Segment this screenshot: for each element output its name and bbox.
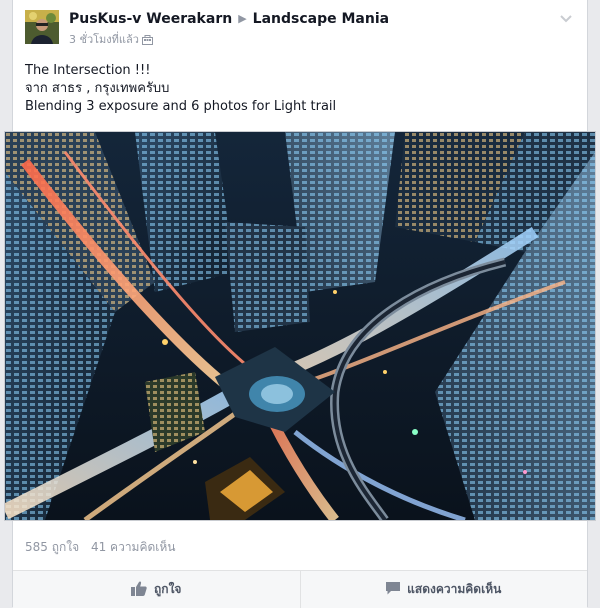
- shared-to-arrow-icon: ▶: [238, 12, 247, 25]
- comment-button-label: แสดงความคิดเห็น: [407, 582, 502, 596]
- post-photo[interactable]: [4, 131, 596, 521]
- post-stats: 585 ถูกใจ 41 ความคิดเห็น: [25, 538, 184, 557]
- post-card: PusKus-v Weerakarn ▶ Landscape Mania 3 ชั่…: [4, 0, 596, 608]
- like-count[interactable]: 585 ถูกใจ: [25, 540, 79, 554]
- post-text-line: The Intersection !!!: [25, 63, 151, 78]
- post-meta: 3 ชั่วโมงที่แล้ว: [69, 30, 153, 48]
- post-options-chevron-icon[interactable]: [559, 10, 573, 23]
- post-message: The Intersection !!! จาก สาธร , กรุงเทพค…: [25, 62, 577, 116]
- like-button-label: ถูกใจ: [154, 582, 182, 596]
- comment-bubble-icon: [386, 581, 401, 598]
- post-action-bar: ถูกใจ แสดงความคิดเห็น: [13, 570, 587, 608]
- author-avatar[interactable]: [25, 10, 59, 44]
- post-text-line: Blending 3 exposure and 6 photos for Lig…: [25, 99, 337, 114]
- comment-button[interactable]: แสดงความคิดเห็น: [299, 571, 588, 608]
- thumbs-up-icon: [131, 581, 147, 599]
- like-button[interactable]: ถูกใจ: [13, 571, 300, 608]
- group-name[interactable]: Landscape Mania: [253, 11, 389, 27]
- post-text-line: จาก สาธร , กรุงเทพครับบ: [25, 81, 170, 96]
- group-privacy-icon: [141, 35, 153, 48]
- author-name[interactable]: PusKus-v Weerakarn: [69, 11, 232, 27]
- comment-count[interactable]: 41 ความคิดเห็น: [91, 540, 176, 554]
- post-timestamp[interactable]: 3 ชั่วโมงที่แล้ว: [69, 33, 139, 46]
- post-header: PusKus-v Weerakarn ▶ Landscape Mania 3 ชั่…: [25, 10, 577, 50]
- author-line: PusKus-v Weerakarn ▶ Landscape Mania: [69, 11, 389, 27]
